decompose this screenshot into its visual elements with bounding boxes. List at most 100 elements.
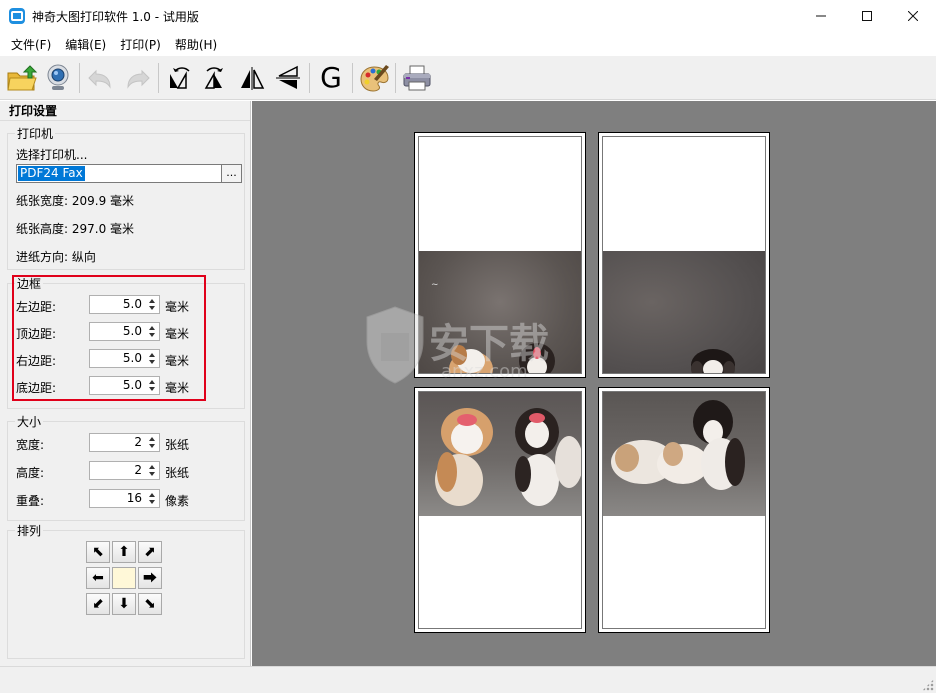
window-title: 神奇大图打印软件 1.0 - 试用版 — [32, 9, 199, 24]
arrow-up-left-icon: ⬉ — [92, 544, 104, 560]
page-top-right[interactable] — [598, 132, 770, 378]
camera-button[interactable] — [40, 60, 76, 96]
size-group: 大小 宽度: 2 张纸 高度: 2 张纸 重叠: 16 像素 — [7, 413, 245, 521]
rotate-right-button[interactable] — [198, 60, 234, 96]
align-right-button[interactable]: ⮕ — [138, 567, 162, 589]
redo-icon — [127, 69, 150, 89]
printer-selected-value: PDF24 Fax — [18, 166, 85, 181]
spinner-arrows-icon[interactable] — [148, 297, 156, 312]
margins-group: 边框 左边距: 5.0 毫米 顶边距: 5.0 毫米 右边距: 5.0 毫米 底… — [7, 275, 245, 409]
spinner-arrows-icon[interactable] — [148, 491, 156, 506]
menu-bar: 文件(F) 编辑(E) 打印(P) 帮助(H) — [0, 32, 936, 56]
panel-title: 打印设置 — [0, 101, 250, 121]
menu-file[interactable]: 文件(F) — [4, 36, 58, 53]
open-file-button[interactable] — [4, 60, 40, 96]
overlap-label: 重叠: — [16, 494, 45, 508]
printer-group: 打印机 选择打印机... PDF24 Fax ... 纸张宽度: 209.9 毫… — [7, 125, 245, 270]
resize-grip-icon[interactable] — [922, 679, 934, 691]
watermark-subtext: anxz.com — [441, 361, 528, 382]
left-margin-spinner[interactable]: 5.0 — [89, 295, 160, 314]
preview-canvas[interactable]: ~ — [252, 101, 936, 666]
menu-edit[interactable]: 编辑(E) — [58, 36, 113, 53]
printer-legend: 打印机 — [15, 125, 56, 142]
width-sheets-spinner[interactable]: 2 — [89, 433, 160, 452]
menu-print[interactable]: 打印(P) — [113, 36, 168, 53]
redo-button[interactable] — [119, 60, 155, 96]
flip-horizontal-icon — [241, 66, 265, 90]
undo-button[interactable] — [83, 60, 119, 96]
photo-tile — [419, 392, 581, 516]
height-sheets-value: 2 — [134, 463, 142, 477]
toolbar-separator — [395, 62, 396, 93]
page-bottom-right[interactable] — [598, 387, 770, 633]
arrow-up-icon: ⬆ — [118, 544, 130, 560]
top-margin-unit: 毫米 — [165, 327, 190, 341]
paper-feed-text: 进纸方向: 纵向 — [16, 250, 96, 264]
right-margin-spinner[interactable]: 5.0 — [89, 349, 160, 368]
arrow-down-icon: ⬇ — [118, 596, 130, 612]
app-icon — [9, 8, 25, 24]
printer-field[interactable]: PDF24 Fax ... — [16, 164, 242, 183]
height-sheets-spinner[interactable]: 2 — [89, 461, 160, 480]
spinner-arrows-icon[interactable] — [148, 435, 156, 450]
arrow-right-icon: ⮕ — [143, 571, 157, 587]
spinner-arrows-icon[interactable] — [148, 463, 156, 478]
left-margin-value: 5.0 — [122, 297, 142, 311]
page-content — [602, 136, 766, 374]
spinner-arrows-icon[interactable] — [148, 351, 156, 366]
page-content — [602, 391, 766, 629]
right-margin-label: 右边距: — [16, 354, 57, 368]
grayscale-button[interactable]: G — [313, 60, 349, 96]
bottom-margin-spinner[interactable]: 5.0 — [89, 376, 160, 395]
maximize-button[interactable] — [844, 0, 890, 32]
rotate-left-button[interactable] — [162, 60, 198, 96]
align-bottom-left-button[interactable]: ⬋ — [86, 593, 110, 615]
minimize-button[interactable] — [798, 0, 844, 32]
menu-help[interactable]: 帮助(H) — [168, 36, 224, 53]
choose-printer-label: 选择打印机... — [16, 148, 88, 162]
flip-horizontal-button[interactable] — [234, 60, 270, 96]
shield-watermark-icon — [366, 306, 424, 384]
browse-printer-button[interactable]: ... — [221, 164, 242, 183]
flip-vertical-icon — [276, 65, 300, 89]
toolbar-separator — [309, 62, 310, 93]
align-left-button[interactable]: ⬅ — [86, 567, 110, 589]
page-bottom-left[interactable] — [414, 387, 586, 633]
printer-icon — [403, 65, 431, 90]
color-adjust-button[interactable] — [356, 60, 392, 96]
palette-icon — [360, 64, 389, 92]
width-sheets-unit: 张纸 — [165, 438, 190, 452]
spinner-arrows-icon[interactable] — [148, 378, 156, 393]
print-button[interactable] — [399, 60, 435, 96]
overlap-spinner[interactable]: 16 — [89, 489, 160, 508]
flip-vertical-button[interactable] — [270, 60, 306, 96]
open-folder-icon — [7, 64, 38, 90]
puppy-photo-segment — [611, 400, 745, 490]
spinner-arrows-icon[interactable] — [148, 324, 156, 339]
status-bar — [0, 666, 936, 693]
webcam-icon — [47, 64, 69, 90]
arrange-group: 排列 ⬉ ⬆ ⬈ ⬅ ⮕ ⬋ ⬇ ⬊ — [7, 522, 245, 659]
align-bottom-button[interactable]: ⬇ — [112, 593, 136, 615]
overlap-value: 16 — [126, 491, 142, 505]
paper-width-text: 纸张宽度: 209.9 毫米 — [16, 194, 135, 208]
height-sheets-unit: 张纸 — [165, 466, 190, 480]
width-sheets-label: 宽度: — [16, 438, 45, 452]
puppy-photo-segment — [691, 349, 735, 373]
align-top-left-button[interactable]: ⬉ — [86, 541, 110, 563]
bottom-margin-unit: 毫米 — [165, 381, 190, 395]
width-sheets-value: 2 — [134, 435, 142, 449]
bottom-margin-value: 5.0 — [122, 378, 142, 392]
align-center-button[interactable] — [112, 567, 136, 589]
top-margin-spinner[interactable]: 5.0 — [89, 322, 160, 341]
arrow-down-right-icon: ⬊ — [144, 596, 156, 612]
align-bottom-right-button[interactable]: ⬊ — [138, 593, 162, 615]
align-top-button[interactable]: ⬆ — [112, 541, 136, 563]
align-top-right-button[interactable]: ⬈ — [138, 541, 162, 563]
title-bar: 神奇大图打印软件 1.0 - 试用版 — [0, 0, 936, 32]
left-margin-label: 左边距: — [16, 300, 57, 314]
svg-text:~: ~ — [431, 280, 439, 290]
print-settings-panel: 打印设置 打印机 选择打印机... PDF24 Fax ... 纸张宽度: 20… — [0, 101, 251, 666]
toolbar: G — [0, 56, 936, 100]
close-button[interactable] — [890, 0, 936, 32]
